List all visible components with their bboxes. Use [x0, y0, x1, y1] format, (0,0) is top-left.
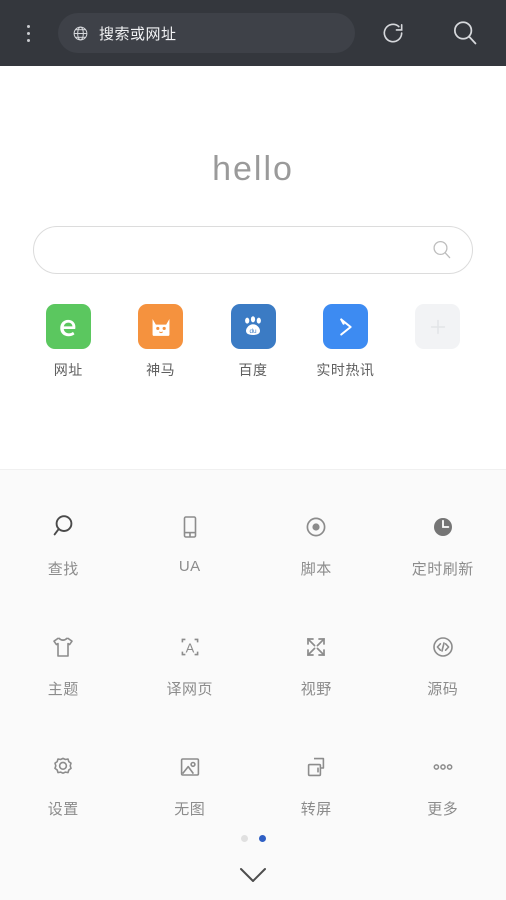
- magnifier-icon: [47, 508, 79, 546]
- more-dots-icon: [427, 748, 459, 786]
- arrow-chevron-icon: [322, 304, 368, 349]
- tool-grid: 查找 UA 脚本 定时刷新 主题 A 译网页 视野 源码 设置 无图 转屏 更多: [0, 470, 506, 856]
- plus-icon[interactable]: [415, 304, 461, 349]
- address-bar[interactable]: 搜索或网址: [58, 13, 355, 53]
- shortcut-add[interactable]: [392, 304, 484, 380]
- expand-arrows-icon: [300, 628, 332, 666]
- clock-icon: [427, 508, 459, 546]
- tool-label: 设置: [47, 801, 79, 818]
- tool-timed-refresh[interactable]: 定时刷新: [380, 496, 506, 616]
- more-vertical-icon[interactable]: [0, 0, 56, 66]
- e-logo-icon: [45, 304, 91, 349]
- tool-label: 无图: [174, 801, 206, 818]
- shortcut-baidu[interactable]: du 百度: [207, 304, 299, 380]
- tool-label: 源码: [427, 681, 459, 698]
- shortcut-label: 网址: [53, 362, 83, 378]
- page-dot-2[interactable]: [258, 835, 266, 842]
- tool-label: 转屏: [300, 801, 332, 818]
- shortcut-label: 实时热讯: [316, 362, 375, 378]
- tool-row: 主题 A 译网页 视野 源码: [0, 616, 506, 736]
- code-circle-icon: [427, 628, 459, 666]
- shortcut-wangzhi[interactable]: 网址: [22, 304, 114, 380]
- tool-label: UA: [178, 558, 201, 575]
- tool-label: 译网页: [166, 681, 213, 698]
- shortcut-label: 百度: [238, 362, 268, 378]
- tool-label: 视野: [300, 681, 332, 698]
- svg-text:A: A: [185, 640, 194, 655]
- shortcut-shishiretun[interactable]: 实时热讯: [299, 304, 391, 380]
- globe-icon: [73, 26, 88, 40]
- tool-ua[interactable]: UA: [127, 496, 254, 616]
- page-indicator: [0, 835, 506, 842]
- menu-dot: [26, 24, 30, 28]
- shortcut-grid: 网址 神马 du 百度 实时热讯: [0, 304, 506, 380]
- tool-theme[interactable]: 主题: [0, 616, 127, 736]
- refresh-icon[interactable]: [365, 0, 421, 66]
- browser-top-bar: 搜索或网址: [0, 0, 506, 66]
- tool-label: 查找: [47, 561, 79, 578]
- menu-dot: [26, 38, 30, 42]
- tool-script[interactable]: 脚本: [253, 496, 380, 616]
- target-dot-icon: [300, 508, 332, 546]
- tool-panel: 查找 UA 脚本 定时刷新 主题 A 译网页 视野 源码 设置 无图 转屏 更多: [0, 469, 506, 900]
- menu-dot: [26, 31, 30, 35]
- home-hero: hello: [0, 66, 506, 274]
- shortcut-shenma[interactable]: 神马: [114, 304, 206, 380]
- tool-find[interactable]: 查找: [0, 496, 127, 616]
- translate-a-icon: A: [174, 628, 206, 666]
- tool-label: 脚本: [300, 561, 332, 578]
- search-icon[interactable]: [437, 0, 493, 66]
- search-input[interactable]: [52, 226, 430, 274]
- page-dot-1[interactable]: [240, 835, 248, 842]
- search-icon[interactable]: [430, 238, 454, 262]
- baidu-paw-icon: du: [230, 304, 276, 349]
- shenma-cat-icon: [138, 304, 184, 349]
- image-icon: [174, 748, 206, 786]
- svg-text:du: du: [249, 328, 257, 335]
- rotate-screen-icon: [300, 748, 332, 786]
- tool-label: 更多: [427, 801, 459, 818]
- tool-viewport[interactable]: 视野: [253, 616, 380, 736]
- tool-label: 定时刷新: [411, 561, 474, 578]
- tool-translate[interactable]: A 译网页: [127, 616, 254, 736]
- tool-source[interactable]: 源码: [380, 616, 506, 736]
- chevron-down-icon[interactable]: [0, 862, 506, 888]
- address-bar-placeholder: 搜索或网址: [99, 25, 177, 43]
- home-search-box[interactable]: [33, 226, 473, 274]
- tool-row: 查找 UA 脚本 定时刷新: [0, 496, 506, 616]
- phone-icon: [174, 508, 206, 546]
- tool-label: 主题: [47, 681, 79, 698]
- shortcut-label: 神马: [146, 362, 176, 378]
- gear-icon: [47, 748, 79, 786]
- tshirt-icon: [47, 628, 79, 666]
- greeting-text: hello: [212, 150, 294, 188]
